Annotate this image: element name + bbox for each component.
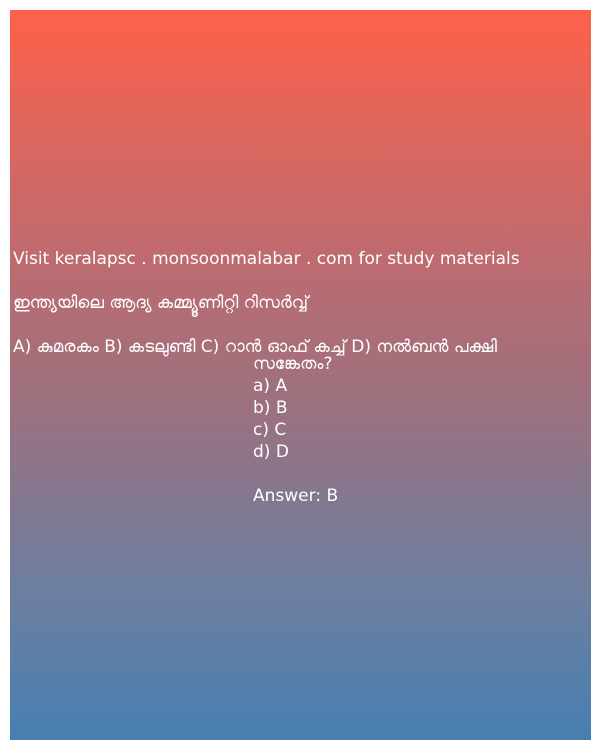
choice-d: d) D (253, 442, 289, 462)
question-text: ഇന്ത്യയിലെ ആദ്യ കമ്മ്യൂണിറ്റി റിസർവ്വ് (13, 293, 309, 313)
choice-b: b) B (253, 398, 288, 418)
answer-text: Answer: B (253, 486, 339, 506)
quiz-card: Visit keralapsc . monsoonmalabar . com f… (10, 10, 591, 740)
choices-block: സങ്കേതം? a) A b) B c) C d) D Answer: B (253, 353, 338, 507)
choice-a: a) A (253, 376, 288, 396)
choice-c: c) C (253, 420, 287, 440)
visit-banner-text: Visit keralapsc . monsoonmalabar . com f… (13, 249, 520, 269)
options-line-continuation: സങ്കേതം? (253, 354, 333, 374)
